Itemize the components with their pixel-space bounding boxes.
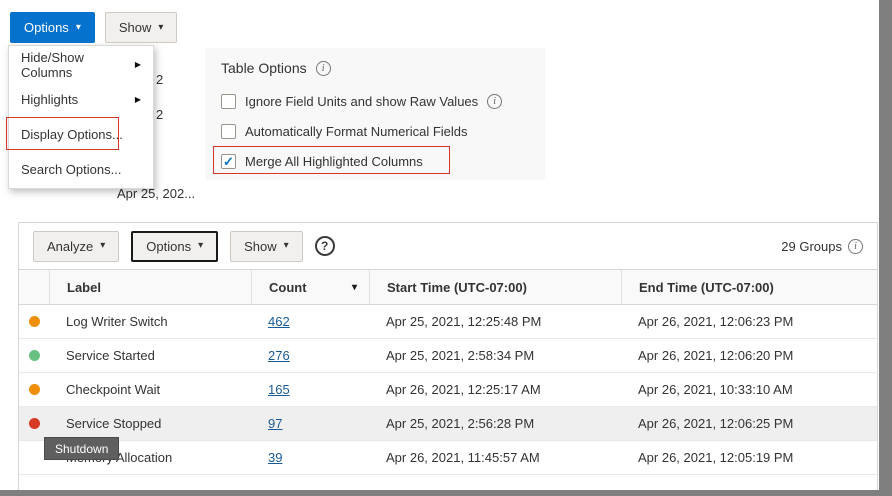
start-time-cell: Apr 25, 2021, 12:25:48 PM	[369, 305, 621, 338]
checkbox-ignore-field-units[interactable]: ✓ Ignore Field Units and show Raw Values…	[221, 86, 545, 116]
status-dot	[29, 418, 40, 429]
groups-count-label: 29 Groups	[781, 239, 842, 254]
table-options-button-label: Options	[146, 239, 191, 254]
count-cell: 165	[251, 373, 369, 406]
header-count: Count ▾	[251, 270, 369, 304]
table-toolbar: Analyze ▾ Options ▾ Show ▾ ? 29 Groups i	[19, 223, 877, 269]
obscured-text-fragment: 2	[156, 107, 163, 122]
table-row[interactable]: Service Stopped 97 Apr 25, 2021, 2:56:28…	[19, 407, 877, 441]
count-link[interactable]: 276	[268, 348, 290, 363]
label-cell: Checkpoint Wait	[49, 373, 251, 406]
status-cell	[19, 305, 49, 338]
options-button-label: Options	[24, 20, 69, 35]
end-time-cell: Apr 26, 2021, 10:33:10 AM	[621, 373, 877, 406]
sort-dropdown-icon[interactable]: ▾	[352, 282, 357, 293]
menu-item-search-options[interactable]: Search Options...	[9, 152, 153, 187]
header-end-time: End Time (UTC-07:00)	[621, 270, 877, 304]
table-body: Log Writer Switch 462 Apr 25, 2021, 12:2…	[19, 305, 877, 475]
header-status	[19, 270, 49, 304]
table-row[interactable]: Memory Allocation 39 Apr 26, 2021, 11:45…	[19, 441, 877, 475]
label-cell: Service Stopped	[49, 407, 251, 440]
table-row[interactable]: Service Started 276 Apr 25, 2021, 2:58:3…	[19, 339, 877, 373]
submenu-arrow-icon: ▶	[135, 60, 141, 69]
options-button[interactable]: Options ▾	[10, 12, 95, 43]
start-time-cell: Apr 25, 2021, 2:58:34 PM	[369, 339, 621, 372]
show-button[interactable]: Show ▾	[105, 12, 178, 43]
obscured-text-fragment: 2	[156, 72, 163, 87]
table-row[interactable]: Checkpoint Wait 165 Apr 26, 2021, 12:25:…	[19, 373, 877, 407]
count-cell: 276	[251, 339, 369, 372]
panel-title-text: Table Options	[221, 60, 307, 76]
window-edge-right	[879, 0, 892, 496]
count-cell: 462	[251, 305, 369, 338]
status-dot	[29, 452, 40, 463]
header-start-time: Start Time (UTC-07:00)	[369, 270, 621, 304]
checkbox-auto-format-numerical[interactable]: ✓ Automatically Format Numerical Fields	[221, 116, 545, 146]
end-time-cell: Apr 26, 2021, 12:05:19 PM	[621, 441, 877, 474]
info-icon[interactable]: i	[316, 61, 331, 76]
menu-item-label: Search Options...	[21, 162, 121, 177]
table-options-button[interactable]: Options ▾	[131, 231, 218, 262]
chevron-down-icon: ▾	[158, 23, 163, 33]
chevron-down-icon: ▾	[198, 241, 203, 251]
status-cell	[19, 373, 49, 406]
status-dot	[29, 384, 40, 395]
chevron-down-icon: ▾	[76, 23, 81, 33]
start-time-cell: Apr 26, 2021, 11:45:57 AM	[369, 441, 621, 474]
status-cell	[19, 339, 49, 372]
table-show-button[interactable]: Show ▾	[230, 231, 303, 262]
checkbox-box[interactable]: ✓	[221, 124, 236, 139]
info-icon[interactable]: i	[848, 239, 863, 254]
status-cell	[19, 407, 49, 440]
header-label: Label	[49, 270, 251, 304]
annotation-box-display-options	[6, 117, 119, 150]
table-header-row: Label Count ▾ Start Time (UTC-07:00) End…	[19, 269, 877, 305]
menu-item-hide-show-columns[interactable]: Hide/Show Columns ▶	[9, 47, 153, 82]
tooltip-text: Shutdown	[55, 442, 108, 456]
end-time-cell: Apr 26, 2021, 12:06:20 PM	[621, 339, 877, 372]
info-icon[interactable]: i	[487, 94, 502, 109]
chevron-down-icon: ▾	[284, 241, 289, 251]
checkbox-box[interactable]: ✓	[221, 94, 236, 109]
count-link[interactable]: 165	[268, 382, 290, 397]
header-count-label: Count	[269, 280, 307, 295]
analyze-button-label: Analyze	[47, 239, 93, 254]
show-button-label: Show	[119, 20, 152, 35]
status-dot	[29, 316, 40, 327]
count-cell: 39	[251, 441, 369, 474]
panel-title: Table Options i	[221, 58, 545, 78]
end-time-cell: Apr 26, 2021, 12:06:25 PM	[621, 407, 877, 440]
start-time-cell: Apr 25, 2021, 2:56:28 PM	[369, 407, 621, 440]
menu-item-label: Hide/Show Columns	[21, 50, 135, 80]
groups-count: 29 Groups i	[781, 223, 863, 269]
end-time-cell: Apr 26, 2021, 12:06:23 PM	[621, 305, 877, 338]
checkbox-label: Automatically Format Numerical Fields	[245, 124, 468, 139]
count-cell: 97	[251, 407, 369, 440]
top-toolbar: Options ▾ Show ▾	[10, 12, 177, 43]
status-dot	[29, 350, 40, 361]
tooltip: Shutdown	[44, 437, 119, 460]
analyze-button[interactable]: Analyze ▾	[33, 231, 119, 262]
checkbox-label: Ignore Field Units and show Raw Values	[245, 94, 478, 109]
label-cell: Service Started	[49, 339, 251, 372]
count-link[interactable]: 462	[268, 314, 290, 329]
start-time-cell: Apr 26, 2021, 12:25:17 AM	[369, 373, 621, 406]
help-icon[interactable]: ?	[315, 236, 335, 256]
window-edge-bottom	[0, 490, 892, 496]
label-cell: Log Writer Switch	[49, 305, 251, 338]
count-link[interactable]: 39	[268, 450, 282, 465]
submenu-arrow-icon: ▶	[135, 95, 141, 104]
menu-item-label: Highlights	[21, 92, 78, 107]
events-table-section: Analyze ▾ Options ▾ Show ▾ ? 29 Groups i…	[18, 222, 878, 496]
chevron-down-icon: ▾	[100, 241, 105, 251]
annotation-box-merge-columns	[213, 146, 450, 174]
table-row[interactable]: Log Writer Switch 462 Apr 25, 2021, 12:2…	[19, 305, 877, 339]
count-link[interactable]: 97	[268, 416, 282, 431]
table-show-button-label: Show	[244, 239, 277, 254]
menu-item-highlights[interactable]: Highlights ▶	[9, 82, 153, 117]
